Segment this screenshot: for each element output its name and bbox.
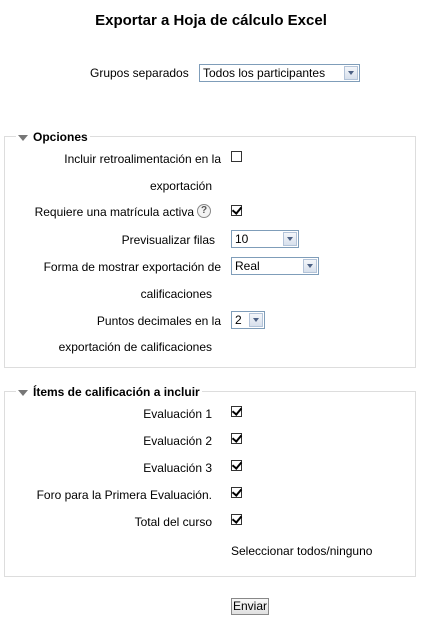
page-title: Exportar a Hoja de cálculo Excel [95,12,327,29]
grade-item-checkbox[interactable] [231,460,242,471]
chevron-down-icon [283,232,297,246]
help-icon[interactable]: ? [197,204,211,218]
options-legend[interactable]: Opciones [16,130,90,144]
grade-item-label: Evaluación 2 [143,434,212,448]
options-fieldset [4,136,416,368]
active-enrol-label: Requiere una matrícula activa [34,205,194,219]
active-enrol-checkbox[interactable] [231,205,242,216]
preview-rows-label: Previsualizar filas [121,233,215,247]
display-type-label-line1: Forma de mostrar exportación de [43,260,221,274]
collapse-triangle-icon [18,134,28,141]
grade-item-label: Foro para la Primera Evaluación. [36,488,212,502]
decimal-points-label-line1: Puntos decimales en la [96,314,221,328]
groups-select[interactable]: Todos los participantes [199,64,360,82]
groups-select-value: Todos los participantes [203,66,326,80]
grade-item-label: Evaluación 3 [143,461,212,475]
feedback-label-line1: Incluir retroalimentación en la [64,152,221,166]
groups-label: Grupos separados [90,66,189,80]
display-type-select[interactable]: Real [231,257,319,275]
grade-items-legend[interactable]: Ítems de calificación a incluir [16,385,202,399]
decimal-points-select[interactable]: 2 [231,311,265,329]
grade-item-checkbox[interactable] [231,406,242,417]
feedback-checkbox[interactable] [231,151,242,162]
feedback-label-line2: exportación [149,179,212,193]
grade-item-checkbox[interactable] [231,514,242,525]
display-type-label-line2: calificaciones [140,287,212,301]
grade-item-checkbox[interactable] [231,433,242,444]
grade-item-checkbox[interactable] [231,487,242,498]
submit-button[interactable]: Enviar [231,598,269,615]
collapse-triangle-icon [18,389,28,396]
grade-item-label: Evaluación 1 [143,407,212,421]
chevron-down-icon [344,66,358,80]
select-all-none-link[interactable]: Seleccionar todos/ninguno [231,544,372,558]
grade-item-label: Total del curso [134,515,212,529]
preview-rows-select[interactable]: 10 [231,230,299,248]
decimal-points-label-line2: exportación de calificaciones [58,340,212,354]
chevron-down-icon [249,313,263,327]
chevron-down-icon [303,259,317,273]
